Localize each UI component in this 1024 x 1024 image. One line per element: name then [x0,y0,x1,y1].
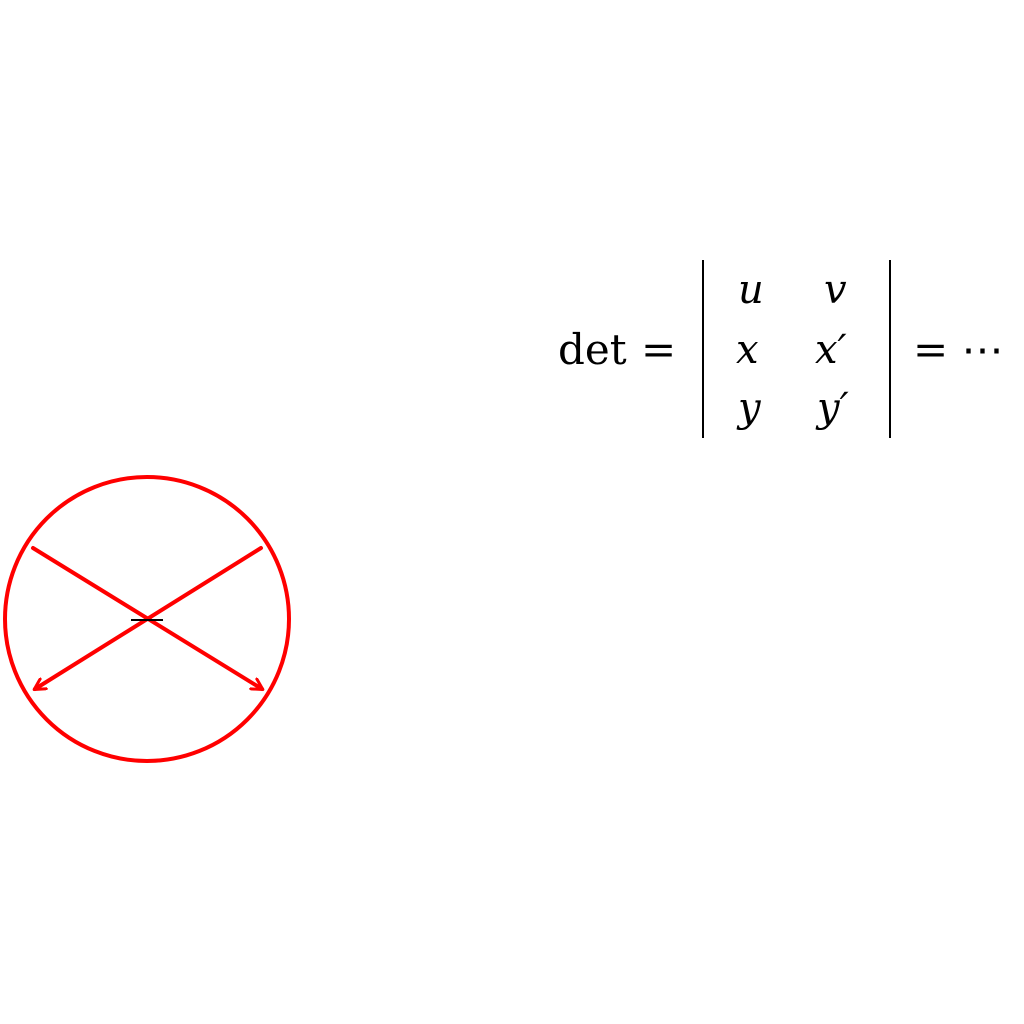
diagram-canvas: det = u v x x′ y y′ = ⋯ [3,260,1004,763]
matrix-cell-u: u [738,267,764,313]
det-label: det [558,325,627,374]
matrix-cell-y: y [736,385,762,431]
equation-tail: = ⋯ [913,325,1004,374]
determinant-equation: det = u v x x′ y y′ = ⋯ [558,260,1004,438]
equals-sign-left: = [641,325,676,374]
matrix-cell-v: v [824,267,847,313]
figure-stage: det = u v x x′ y y′ = ⋯ [0,0,1024,1024]
matrix-cell-x-prime: x′ [815,327,847,373]
matrix-cell-y-prime: y′ [815,385,849,431]
rotation-diagram [3,475,291,763]
matrix-cell-x: x [736,327,759,373]
